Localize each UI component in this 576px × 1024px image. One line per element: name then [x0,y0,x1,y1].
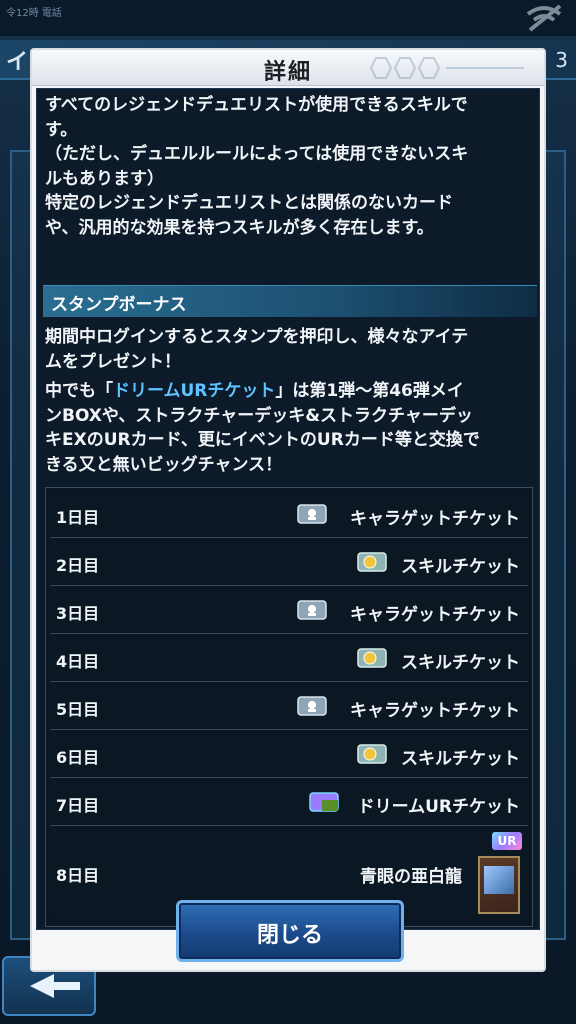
stamp-day-label: 4日目 [56,652,100,671]
stamp-day-label: 3日目 [56,604,100,623]
stamp-day-label: 7日目 [56,796,100,815]
stamp-intro-line: 期間中ログインするとスタンプを押印し、様々なアイテ [45,327,469,347]
dream-ticket-line: ンBOXや、ストラクチャーデッキ&ストラクチャーデッ [45,405,473,426]
stamp-reward-label: ドリームURチケット [357,797,520,817]
modal-title-bar: 詳細 [32,50,544,86]
stamp-reward-label: スキルチケット [401,749,520,769]
description-line: すべてのレジェンドデュエリストが使用できるスキルで [45,95,468,115]
skill-description: すべてのレジェンドデュエリストが使用できるスキルで す。 （ただし、デュエルルー… [45,93,537,240]
dream-ticket-line: 中でも「ドリームURチケット」は第1弾〜第46弾メイ [45,379,537,404]
skill-ticket-icon [357,744,387,764]
detail-content-scroll[interactable]: すべてのレジェンドデュエリストが使用できるスキルで す。 （ただし、デュエルルー… [36,88,540,930]
wifi-off-icon [526,4,562,32]
modal-title: 詳細 [263,60,312,85]
detail-modal: 詳細 すべてのレジェンドデュエリストが使用できるスキルで す。 （ただし、デュエ… [30,48,546,972]
stamp-day-label: 5日目 [56,700,100,719]
stamp-day-label: 6日目 [56,748,100,767]
description-line: や、汎用的な効果を持つスキルが多く存在します。 [45,217,434,238]
highlight-term: ドリームURチケット [113,381,276,401]
description-line: ルもあります） [45,168,164,189]
skill-ticket-icon [357,648,387,668]
card-art-icon [484,866,514,894]
stamp-row-day2: 2日目 スキルチケット [50,540,528,586]
app-header-number: 3 [555,48,568,72]
chara-ticket-icon [297,696,327,716]
status-bar: 令12時 電話 [0,0,576,36]
dream-ticket-description: 中でも「ドリームURチケット」は第1弾〜第46弾メイ ンBOXや、ストラクチャー… [45,379,537,477]
stamp-reward-table: 1日目 キャラゲットチケット 2日目 スキルチケット 3日目 キャラゲットチケッ… [45,487,533,927]
stamp-reward-label: キャラゲットチケット [350,509,520,529]
stamp-row-day5: 5日目 キャラゲットチケット [50,684,528,730]
status-text: 令12時 電話 [6,8,62,19]
stamp-intro: 期間中ログインするとスタンプを押印し、様々なアイテ ムをプレゼント！ [45,325,537,374]
dream-ur-ticket-icon [309,792,339,812]
background-panel-right [544,150,566,940]
stamp-intro-line: ムをプレゼント！ [45,351,181,372]
stamp-day-label: 8日目 [56,866,100,885]
stamp-row-day7: 7日目 ドリームURチケット [50,780,528,826]
ur-rarity-badge: UR [492,832,522,850]
chara-ticket-icon [297,600,327,620]
stamp-reward-label: 青眼の亜白龍 [360,867,462,887]
stamp-reward-label: スキルチケット [401,557,520,577]
close-button[interactable]: 閉じる [176,900,404,962]
stamp-row-day3: 3日目 キャラゲットチケット [50,588,528,634]
highlight-suffix: 」は第1弾〜第46弾メイ [275,381,464,401]
card-thumbnail[interactable] [478,856,520,914]
stamp-reward-label: キャラゲットチケット [350,605,520,625]
stamp-day-label: 1日目 [56,508,100,527]
stamp-row-day1: 1日目 キャラゲットチケット [50,492,528,538]
description-line: 特定のレジェンドデュエリストとは関係のないカード [45,193,453,213]
description-line: （ただし、デュエルルールによっては使用できないスキ [45,144,469,164]
dream-ticket-line: きる又と無いビッグチャンス！ [45,454,283,475]
skill-ticket-icon [357,552,387,572]
section-header-stamp-bonus: スタンプボーナス [43,285,537,317]
stamp-row-day6: 6日目 スキルチケット [50,732,528,778]
stamp-reward-label: キャラゲットチケット [350,701,520,721]
stamp-row-day4: 4日目 スキルチケット [50,636,528,682]
highlight-prefix: 中でも「 [45,381,113,401]
stamp-day-label: 2日目 [56,556,100,575]
close-button-label: 閉じる [256,923,323,948]
stamp-reward-label: スキルチケット [401,653,520,673]
dream-ticket-line: キEXのURカード、更にイベントのURカード等と交換で [45,430,480,450]
section-title: スタンプボーナス [51,295,187,315]
description-line: す。 [45,119,78,140]
chara-ticket-icon [297,504,327,524]
background-panel-left [10,150,32,940]
